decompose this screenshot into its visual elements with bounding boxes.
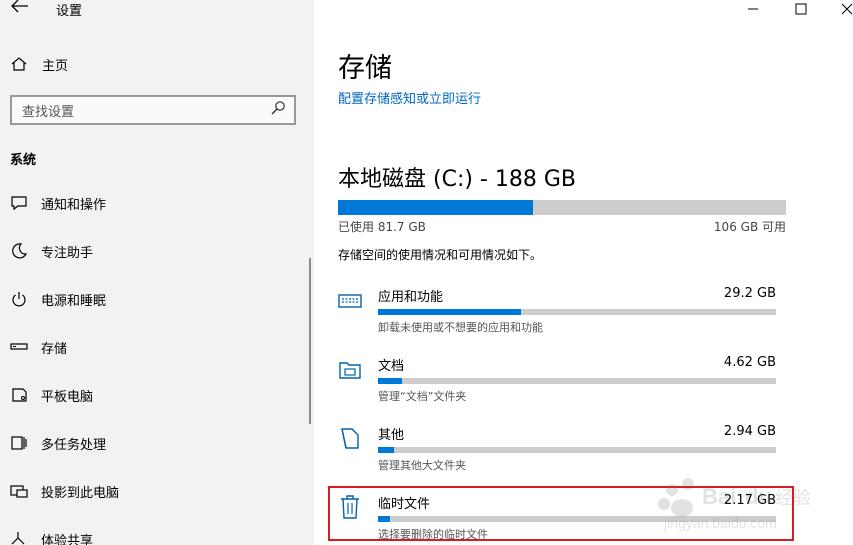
sidebar-item-storage[interactable]: 存储 (10, 334, 67, 360)
sidebar-item-tablet[interactable]: 平板电脑 (10, 382, 93, 408)
category-usage-bar (378, 447, 776, 453)
category-size: 2.94 GB (723, 424, 776, 439)
sidebar: 设置 主页 查找设置 系统 通知和操作 专注助手 电源和睡眠 存储 平板电脑 多… (0, 0, 314, 545)
tablet-icon (10, 386, 28, 404)
svg-text:经验: 经验 (775, 488, 811, 509)
disk-title: 本地磁盘 (C:) - 188 GB (338, 167, 576, 192)
moon-icon (10, 242, 28, 260)
svg-text:jingyan.baidu.com: jingyan.baidu.com (663, 515, 777, 531)
minimize-button[interactable] (738, 0, 768, 18)
category-usage-bar-fill (378, 447, 394, 453)
category-usage-bar-fill (378, 378, 402, 384)
sidebar-item-label: 平板电脑 (41, 389, 94, 405)
search-icon[interactable] (270, 100, 286, 120)
trash-icon (338, 493, 362, 521)
category-name: 临时文件 (378, 497, 431, 512)
disk-used-label: 已使用 81.7 GB (338, 220, 426, 234)
sidebar-item-power[interactable]: 电源和睡眠 (10, 286, 106, 312)
search-placeholder: 查找设置 (22, 104, 75, 120)
sidebar-item-label: 体验共享 (41, 533, 94, 545)
apps-icon (338, 286, 362, 314)
home-icon (10, 55, 28, 73)
category-description: 选择要删除的临时文件 (378, 528, 488, 541)
category-name: 其他 (378, 428, 405, 443)
category-description: 管理“文档”文件夹 (378, 390, 467, 403)
category-usage-bar (378, 378, 776, 384)
sidebar-item-multitasking[interactable]: 多任务处理 (10, 430, 106, 456)
category-size: 4.62 GB (723, 355, 776, 370)
storage-icon (10, 338, 28, 356)
category-usage-bar-fill (378, 516, 390, 522)
category-size: 29.2 GB (723, 286, 776, 301)
search-input[interactable]: 查找设置 (10, 95, 296, 125)
section-label: 系统 (10, 153, 37, 168)
disk-free-label: 106 GB 可用 (713, 220, 786, 234)
sidebar-item-label: 专注助手 (41, 245, 94, 261)
category-apps[interactable]: 应用和功能 29.2 GB 卸载未使用或不想要的应用和功能 (338, 286, 776, 336)
other-files-icon (338, 424, 362, 452)
sidebar-scrollbar[interactable] (309, 258, 311, 424)
category-other[interactable]: 其他 2.94 GB 管理其他大文件夹 (338, 424, 776, 474)
sidebar-item-label: 存储 (41, 341, 68, 357)
sidebar-item-label: 电源和睡眠 (41, 293, 107, 309)
sidebar-item-notifications[interactable]: 通知和操作 (10, 190, 106, 216)
documents-folder-icon (338, 355, 362, 383)
maximize-button[interactable] (786, 0, 816, 18)
notification-icon (10, 194, 28, 212)
project-icon (10, 482, 28, 500)
main-panel: 存储 配置存储感知或立即运行 本地磁盘 (C:) - 188 GB 已使用 81… (314, 0, 853, 545)
arrow-left-icon (11, 0, 28, 13)
share-icon (10, 530, 28, 545)
configure-storage-sense-link[interactable]: 配置存储感知或立即运行 (338, 88, 481, 107)
maximize-icon (795, 3, 807, 15)
category-description: 管理其他大文件夹 (378, 459, 466, 472)
sidebar-item-project[interactable]: 投影到此电脑 (10, 478, 119, 504)
close-button[interactable] (832, 0, 853, 18)
category-documents[interactable]: 文档 4.62 GB 管理“文档”文件夹 (338, 355, 776, 405)
sidebar-item-label: 通知和操作 (41, 197, 107, 213)
app-title: 设置 (56, 4, 83, 19)
category-description: 卸载未使用或不想要的应用和功能 (378, 321, 543, 334)
page-title: 存储 (338, 53, 392, 84)
minimize-icon (748, 8, 758, 10)
sidebar-item-label: 多任务处理 (41, 437, 107, 453)
close-icon (841, 3, 853, 15)
disk-usage-bar (338, 200, 786, 215)
disk-usage-bar-fill (338, 200, 533, 215)
sidebar-item-home[interactable]: 主页 (10, 52, 68, 76)
power-icon (10, 290, 28, 308)
sidebar-item-focus-assist[interactable]: 专注助手 (10, 238, 93, 264)
sidebar-item-shared-experiences[interactable]: 体验共享 (10, 526, 93, 545)
svg-text:du: du (745, 484, 772, 509)
category-name: 文档 (378, 359, 405, 374)
storage-description: 存储空间的使用情况和可用情况如下。 (338, 248, 543, 262)
sidebar-item-label: 主页 (42, 58, 69, 74)
sidebar-item-label: 投影到此电脑 (41, 485, 120, 501)
category-name: 应用和功能 (378, 290, 444, 305)
category-usage-bar (378, 309, 776, 315)
multitasking-icon (10, 434, 28, 452)
back-button[interactable] (8, 0, 32, 18)
category-usage-bar-fill (378, 309, 522, 315)
svg-text:Bai: Bai (702, 484, 736, 509)
baidu-jingyan-watermark: Bai du 经验 jingyan.baidu.com (658, 478, 811, 531)
